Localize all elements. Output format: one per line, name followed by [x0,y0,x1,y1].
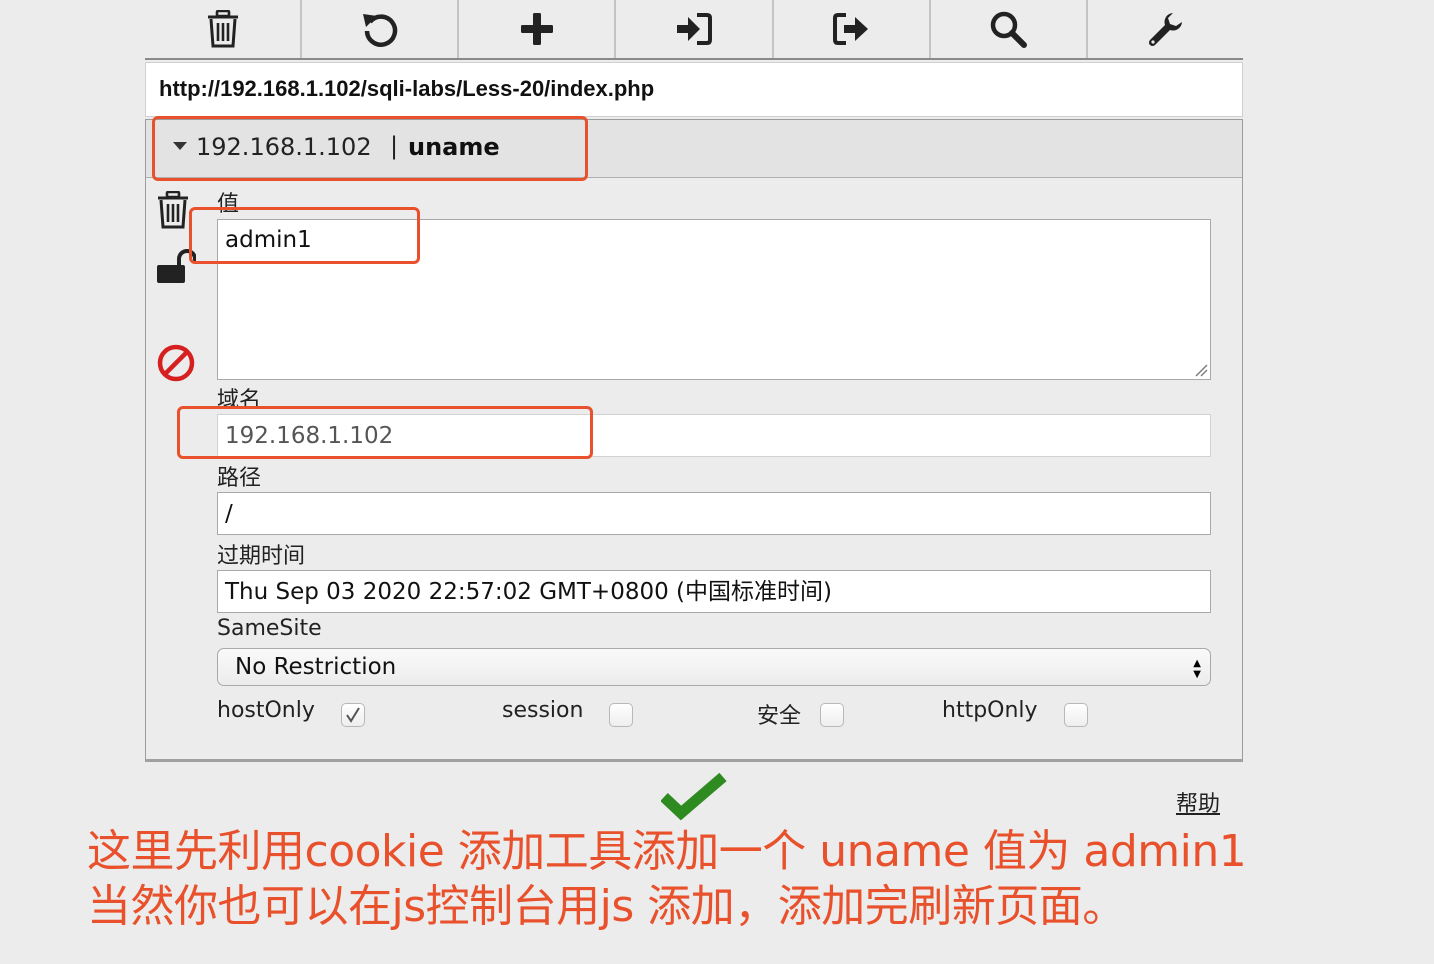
url-text: http://192.168.1.102/sqli-labs/Less-20/i… [159,76,655,101]
refresh-icon [362,14,397,47]
annotation-box-header [152,116,588,181]
expires-field[interactable]: Thu Sep 03 2020 22:57:02 GMT+0800 (中国标准时… [217,570,1211,613]
expires-label: 过期时间 [217,544,306,569]
import-icon [676,13,712,45]
path-field[interactable]: / [217,492,1211,535]
cookie-flags: hostOnly session 安全 httpOnly [217,698,1217,738]
samesite-label: SameSite [217,616,322,641]
search-icon [991,11,1028,48]
trash-icon [207,10,238,48]
plus-icon [520,13,553,45]
delete-all-button[interactable] [145,0,303,58]
annotation-box-value [189,207,420,264]
hostonly-label: hostOnly [217,698,315,723]
annotation-box-domain [177,406,593,459]
httponly-checkbox[interactable] [1064,703,1088,727]
check-icon [346,707,360,723]
options-button[interactable] [1088,0,1243,58]
toolbar [145,0,1243,58]
secure-checkbox[interactable] [820,703,844,727]
import-button[interactable] [616,0,774,58]
secure-label: 安全 [757,704,802,729]
url-bar: http://192.168.1.102/sqli-labs/Less-20/i… [145,62,1243,117]
samesite-value: No Restriction [235,654,397,680]
help-link[interactable]: 帮助 [1176,786,1220,818]
resize-handle-icon[interactable] [1194,363,1208,377]
save-check-icon[interactable] [661,773,727,821]
httponly-label: httpOnly [942,698,1038,723]
refresh-button[interactable] [302,0,460,58]
export-button[interactable] [774,0,931,58]
select-arrows-icon: ▲ ▼ [1193,658,1201,680]
export-icon [833,13,869,45]
toolbar-divider [145,58,1243,60]
session-label: session [502,698,584,723]
samesite-select[interactable]: No Restriction ▲ ▼ [217,648,1211,686]
hostonly-checkbox[interactable] [341,703,365,727]
delete-cookie-icon[interactable] [156,191,190,229]
session-checkbox[interactable] [609,703,633,727]
wrench-icon [1149,13,1183,47]
path-label: 路径 [217,466,262,491]
path-text: / [225,501,233,527]
expires-text: Thu Sep 03 2020 22:57:02 GMT+0800 (中国标准时… [225,579,832,605]
add-cookie-button[interactable] [459,0,617,58]
annotation-line-2: 当然你也可以在js控制台用js 添加，添加完刷新页面。 [87,881,1126,932]
search-button[interactable] [931,0,1088,58]
block-cookie-icon[interactable] [156,344,196,382]
